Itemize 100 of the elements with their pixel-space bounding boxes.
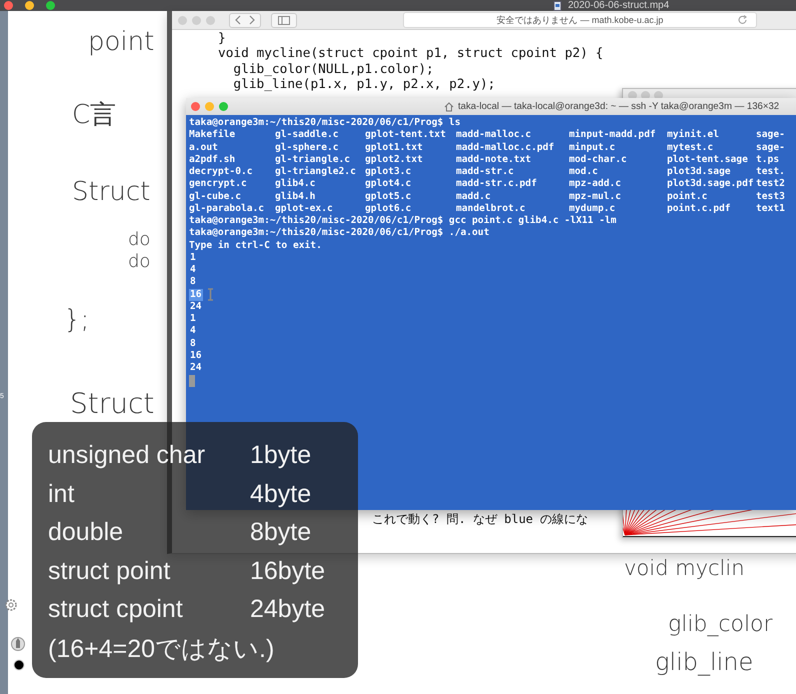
file-name: mpz-add.c xyxy=(569,178,622,190)
file-name: minput-madd.pdf xyxy=(569,129,657,142)
back-forward-button[interactable] xyxy=(229,12,261,28)
reload-icon xyxy=(738,15,748,25)
output-line: 1 xyxy=(189,252,197,264)
back-icon xyxy=(234,15,242,25)
file-name: mod.c xyxy=(569,166,599,178)
handwritten-note: glib_color xyxy=(668,612,773,637)
caption-value: 4byte xyxy=(250,478,312,510)
handwritten-note: do xyxy=(128,251,150,272)
file-name: gl-saddle.c xyxy=(275,129,340,142)
file-name: mytest.c xyxy=(667,142,714,154)
sidebar-button[interactable] xyxy=(271,12,297,28)
file-name: mydump.c xyxy=(569,202,616,215)
text-cursor-icon xyxy=(206,288,214,302)
file-name: point.c xyxy=(667,190,708,203)
file-name: gplot-tent.txt xyxy=(365,129,447,142)
handwritten-note: Struct xyxy=(70,387,154,420)
file-name: myinit.el xyxy=(667,129,720,142)
file-name: madd-str.c xyxy=(456,166,515,178)
caption-label: struct cpoint xyxy=(48,594,184,625)
file-name: plot3d.sage xyxy=(667,166,732,178)
file-name: gplot-ex.c xyxy=(275,202,334,215)
code-line: glib_line(p1.x, p1.y, p2.x, p2.y); xyxy=(232,76,496,92)
file-name: decrypt-0.c xyxy=(189,166,254,178)
file-name: gplot1.txt xyxy=(365,142,424,154)
handwritten-note: point xyxy=(88,27,154,57)
code-line: void mycline(struct cpoint p1, struct cpoint p2) { xyxy=(218,46,604,62)
terminal-line: taka@orange3m:~/this20/misc-2020/06/c1/Prog$ gcc point.c glib4.c -lX11 -lm xyxy=(189,215,618,227)
file-name: text1 xyxy=(756,202,786,215)
handwritten-note: glib_line xyxy=(655,648,754,676)
file-name: mpz-mul.c xyxy=(569,190,622,203)
output-line: 16 xyxy=(189,350,203,362)
file-name: gplot6.c xyxy=(365,202,412,215)
terminal-line: Type in ctrl-C to exit. xyxy=(189,240,323,252)
handwritten-note: void myclin xyxy=(624,556,745,580)
code-line: これで動く? 問. なぜ blue の線にな xyxy=(372,512,590,527)
code-line: glib_color(NULL,p1.color); xyxy=(232,62,435,77)
caption-label: struct point xyxy=(48,556,172,586)
file-name: gencrypt.c xyxy=(189,178,248,190)
window-control-icon[interactable] xyxy=(4,1,13,10)
handwritten-note: }; xyxy=(64,305,90,335)
address-text: 安全ではありません — math.kobe-u.ac.jp xyxy=(496,14,664,26)
file-name: test2 xyxy=(756,178,786,190)
file-name: gplot5.c xyxy=(365,190,412,203)
gear-icon xyxy=(4,598,18,612)
output-line: 24 xyxy=(189,300,203,313)
window-title: 2020-06-06-struct.mp4 xyxy=(568,0,670,11)
file-name: gl-triangle.c xyxy=(275,154,352,166)
file-name: gl-cube.c xyxy=(189,190,242,203)
window-control-icon[interactable] xyxy=(25,1,34,10)
file-name: gl-parabola.c xyxy=(189,202,266,215)
file-name: madd-malloc.c xyxy=(456,129,532,142)
caption-label: unsigned char xyxy=(48,440,206,471)
window-title: taka-local — taka-local@orange3d: ~ — ssh -Y taka@orange3m — 136×32 xyxy=(458,101,780,112)
pen-icon xyxy=(11,636,25,652)
caption-value: 16byte xyxy=(250,556,326,586)
terminal-line: taka@orange3m:~/this20/misc-2020/06/c1/Prog$ ls xyxy=(189,117,462,129)
file-name: gplot2.txt xyxy=(365,154,424,166)
file-name: mandelbrot.c xyxy=(456,202,526,215)
file-name: sage- xyxy=(756,142,786,154)
file-name: a.out xyxy=(189,142,219,154)
code-line: } xyxy=(218,31,227,46)
terminal-line: taka@orange3m:~/this20/misc-2020/06/c1/Prog$ ./a.out xyxy=(189,227,490,240)
file-name: sage- xyxy=(756,129,786,142)
file-name: gl-sphere.c xyxy=(275,142,340,154)
file-name: test3 xyxy=(756,190,786,203)
output-line: 4 xyxy=(189,264,197,276)
file-name: madd-malloc.c.pdf xyxy=(456,142,556,154)
window-control-icon[interactable] xyxy=(46,1,55,10)
output-line: 8 xyxy=(189,276,197,288)
caption-value: 8byte xyxy=(250,517,312,548)
file-name: mod-char.c xyxy=(569,154,628,166)
caption-note: (16+4=20ではない.) xyxy=(48,634,276,664)
caption-value: 1byte xyxy=(250,440,312,471)
file-name: a2pdf.sh xyxy=(189,154,236,166)
color-dot-icon xyxy=(13,659,25,671)
handwritten-note: C言 xyxy=(72,99,116,132)
address-field[interactable]: 安全ではありません — math.kobe-u.ac.jp xyxy=(403,12,757,28)
file-name: test. xyxy=(756,166,786,178)
file-name: glib4.c xyxy=(275,178,316,190)
handwritten-note: do xyxy=(128,229,150,250)
output-line: 4 xyxy=(189,325,197,338)
file-name: gl-triangle2.c xyxy=(275,166,357,178)
file-name: point.c.pdf xyxy=(667,202,732,215)
terminal-cursor xyxy=(189,375,195,388)
file-name: madd-str.c.pdf xyxy=(456,178,538,190)
file-name: Makefile xyxy=(189,129,236,142)
file-name: madd.c xyxy=(456,190,492,203)
sidebar-icon xyxy=(278,16,290,24)
output-line: 24 xyxy=(189,362,203,374)
file-name: gplot4.c xyxy=(365,178,412,190)
file-name: glib4.h xyxy=(275,190,316,203)
caption-label: double xyxy=(48,517,124,548)
forward-icon xyxy=(248,15,256,25)
output-line: 1 xyxy=(189,313,197,326)
caption-label: int xyxy=(48,478,76,510)
output-line: 8 xyxy=(189,338,197,350)
home-icon xyxy=(444,102,454,112)
file-name: t.ps xyxy=(756,154,780,166)
